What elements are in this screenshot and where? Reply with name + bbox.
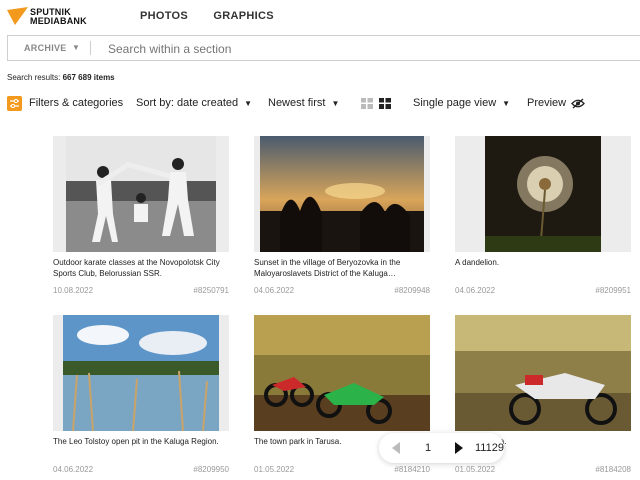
- page-view-label: Single page view: [413, 97, 497, 109]
- grid-view-icon[interactable]: [379, 98, 391, 109]
- search-results-summary: Search results: 667 689 items: [7, 73, 115, 82]
- photo-caption[interactable]: Outdoor karate classes at the Novopolots…: [53, 257, 229, 279]
- eye-off-icon[interactable]: [571, 98, 585, 109]
- photo-thumbnail[interactable]: [53, 136, 229, 252]
- order-label: Newest first: [268, 97, 326, 109]
- photo-date: 10.08.2022: [53, 286, 94, 295]
- photo-id: #8209950: [193, 465, 229, 474]
- motorbikes-park-photo: [254, 315, 430, 431]
- sputnik-logo-icon: [7, 7, 28, 25]
- photo-id: #8250791: [193, 286, 229, 295]
- results-label: Search results:: [7, 73, 61, 82]
- photo-thumbnail[interactable]: [53, 315, 229, 431]
- list-view-icon[interactable]: [361, 98, 373, 109]
- karate-photo: [66, 136, 216, 252]
- brand-name: SPUTNIK MEDIABANK: [30, 7, 87, 26]
- photo-caption[interactable]: The Leo Tolstoy open pit in the Kaluga R…: [53, 436, 229, 447]
- next-page-icon[interactable]: [454, 441, 464, 455]
- photo-id: #8209951: [595, 286, 631, 295]
- lake-photo: [63, 315, 219, 431]
- photo-meta: 04.06.2022 #8209951: [455, 286, 631, 295]
- photo-date: 04.06.2022: [53, 465, 94, 474]
- header: SPUTNIK MEDIABANK PHOTOS GRAPHICS: [0, 0, 640, 32]
- sort-dropdown[interactable]: Sort by: date created ▼: [136, 97, 252, 109]
- photo-caption[interactable]: Sunset in the village of Beryozovka in t…: [254, 257, 430, 279]
- order-dropdown[interactable]: Newest first ▼: [268, 97, 339, 109]
- sunset-photo: [260, 136, 424, 252]
- photo-thumbnail[interactable]: [455, 315, 631, 431]
- preview-toggle[interactable]: Preview: [527, 97, 566, 109]
- order-caret-icon: ▼: [331, 99, 340, 108]
- photo-meta: 10.08.2022 #8250791: [53, 286, 229, 295]
- search-input[interactable]: [108, 40, 528, 57]
- photo-meta: 01.05.2022 #8184210: [254, 465, 430, 474]
- search-bar: ARCHIVE ▼: [7, 35, 640, 61]
- photo-meta: 04.06.2022 #8209950: [53, 465, 229, 474]
- dandelion-photo: [485, 136, 601, 252]
- current-page[interactable]: 1: [425, 442, 431, 454]
- page-view-dropdown[interactable]: Single page view ▼: [413, 97, 510, 109]
- section-dropdown-icon[interactable]: ▼: [72, 43, 80, 52]
- photo-id: #8184210: [394, 465, 430, 474]
- section-select[interactable]: ARCHIVE: [24, 43, 67, 53]
- toolbar: Filters & categories Sort by: date creat…: [0, 92, 640, 116]
- filters-icon[interactable]: [7, 96, 22, 111]
- nav-graphics[interactable]: GRAPHICS: [213, 10, 273, 22]
- photo-date: 04.06.2022: [254, 286, 295, 295]
- results-count: 667 689 items: [62, 73, 115, 82]
- page-view-caret-icon: ▼: [502, 99, 511, 108]
- sort-label: Sort by: date created: [136, 97, 239, 109]
- main-nav: PHOTOS GRAPHICS: [140, 10, 296, 22]
- motorbike-photo: [455, 315, 631, 431]
- photo-meta: 01.05.2022 #8184208: [455, 465, 631, 474]
- sort-caret-icon: ▼: [244, 99, 253, 108]
- nav-photos[interactable]: PHOTOS: [140, 10, 188, 22]
- sputnik-logo[interactable]: SPUTNIK MEDIABANK: [7, 7, 97, 27]
- photo-id: #8184208: [595, 465, 631, 474]
- search-divider: [90, 41, 91, 55]
- photo-thumbnail[interactable]: [254, 315, 430, 431]
- photo-id: #8209948: [394, 286, 430, 295]
- photo-date: 01.05.2022: [455, 465, 496, 474]
- photo-date: 01.05.2022: [254, 465, 295, 474]
- photo-thumbnail[interactable]: [455, 136, 631, 252]
- photo-thumbnail[interactable]: [254, 136, 430, 252]
- photo-meta: 04.06.2022 #8209948: [254, 286, 430, 295]
- prev-page-icon[interactable]: [391, 441, 401, 455]
- photo-caption[interactable]: A dandelion.: [455, 257, 631, 268]
- photo-date: 04.06.2022: [455, 286, 496, 295]
- pagination: 1 11129: [379, 433, 504, 463]
- filters-button[interactable]: Filters & categories: [29, 97, 123, 109]
- total-pages: 11129: [475, 442, 504, 454]
